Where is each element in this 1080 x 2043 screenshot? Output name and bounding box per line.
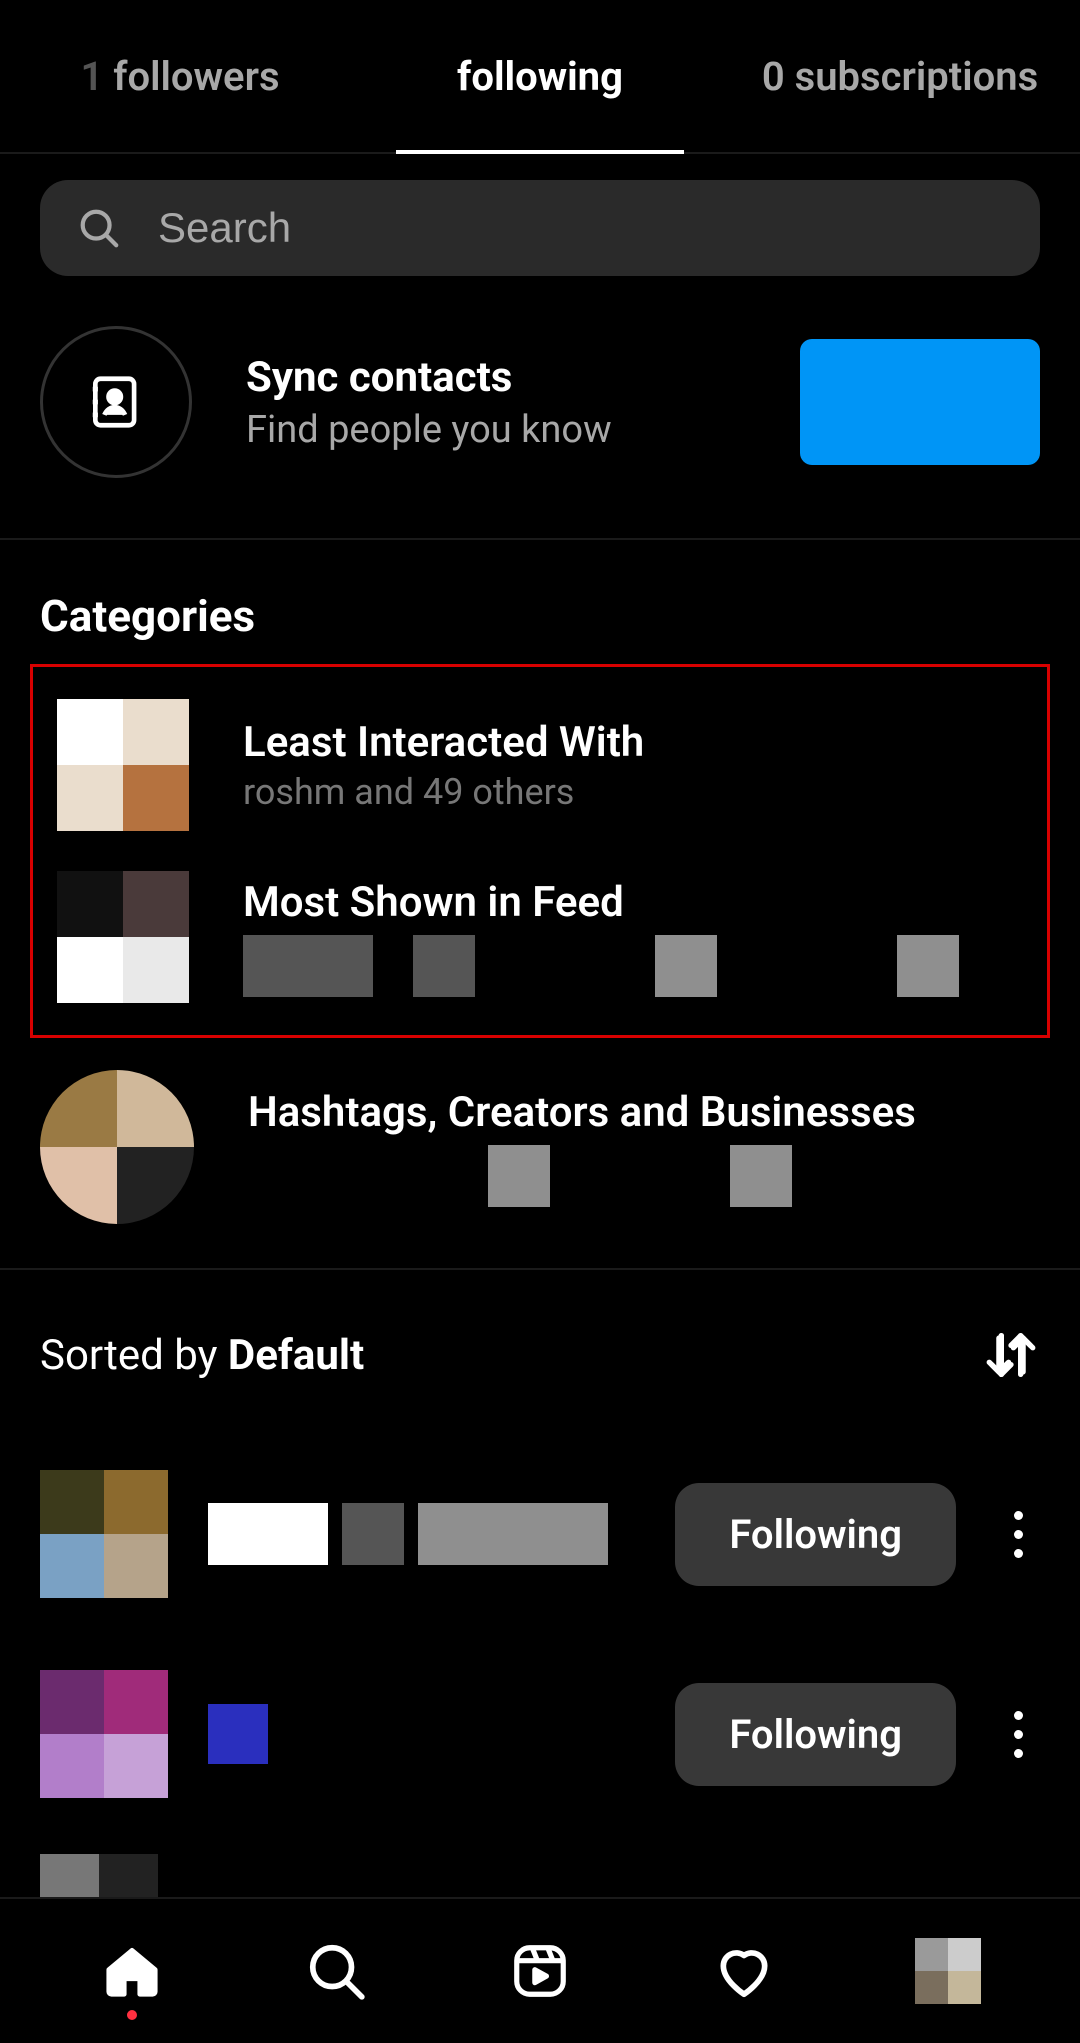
profile-avatar-icon — [915, 1938, 981, 2004]
tab-following[interactable]: following — [360, 0, 720, 152]
avatar[interactable] — [40, 1670, 168, 1798]
category-text: Least Interacted With roshm and 49 other… — [243, 718, 644, 813]
search-bar[interactable] — [40, 180, 1040, 276]
category-avatar — [57, 699, 189, 831]
tab-subscriptions[interactable]: 0 subscriptions — [720, 0, 1080, 152]
nav-reels[interactable] — [505, 1940, 575, 2002]
avatar[interactable] — [40, 1470, 168, 1598]
active-indicator — [127, 2010, 137, 2020]
category-text: Hashtags, Creators and Businesses — [248, 1088, 916, 1207]
search-icon — [76, 205, 122, 251]
tab-followers-label: followers — [113, 53, 279, 100]
category-hashtags[interactable]: Hashtags, Creators and Businesses — [0, 1048, 1080, 1270]
category-least-interacted[interactable]: Least Interacted With roshm and 49 other… — [41, 679, 1039, 851]
bottom-nav — [0, 1897, 1080, 2043]
category-title: Least Interacted With — [243, 718, 644, 767]
category-title: Most Shown in Feed — [243, 878, 959, 927]
sort-label: Sorted by Default — [40, 1331, 364, 1380]
contacts-icon-circle — [40, 326, 192, 478]
nav-search[interactable] — [301, 1940, 371, 2002]
category-text: Most Shown in Feed — [243, 878, 959, 997]
sync-title: Sync contacts — [246, 353, 612, 402]
search-input[interactable] — [158, 204, 1004, 252]
sync-text: Sync contacts Find people you know — [246, 353, 612, 452]
sort-button[interactable] — [982, 1326, 1040, 1384]
tab-following-label: following — [457, 53, 623, 100]
category-title: Hashtags, Creators and Businesses — [248, 1088, 916, 1137]
category-avatar — [40, 1070, 194, 1224]
following-row: Following — [40, 1434, 1040, 1634]
reels-icon — [509, 1940, 571, 2002]
sort-prefix: Sorted by — [40, 1331, 228, 1380]
nav-profile[interactable] — [913, 1938, 983, 2004]
search-icon — [305, 1940, 367, 2002]
sort-icon — [982, 1326, 1040, 1384]
tab-subscriptions-label: 0 subscriptions — [762, 53, 1038, 100]
category-avatar — [57, 871, 189, 1003]
home-icon — [101, 1940, 163, 2002]
heart-icon — [713, 1940, 775, 2002]
nav-activity[interactable] — [709, 1940, 779, 2002]
sort-row: Sorted by Default — [0, 1270, 1080, 1434]
search-container — [0, 154, 1080, 306]
category-most-shown[interactable]: Most Shown in Feed — [41, 851, 1039, 1023]
tab-count: 1 — [80, 53, 103, 100]
nav-home[interactable] — [97, 1940, 167, 2002]
sync-contacts-row: Sync contacts Find people you know — [0, 306, 1080, 540]
tabs: 1 followers following 0 subscriptions — [0, 0, 1080, 154]
categories-header: Categories — [0, 540, 1080, 664]
following-list: Following Following — [0, 1434, 1080, 1954]
tab-followers[interactable]: 1 followers — [0, 0, 360, 152]
username-redacted — [208, 1704, 635, 1764]
sync-follow-button[interactable] — [800, 339, 1040, 465]
redacted-subtitle — [243, 935, 959, 997]
category-subtitle: roshm and 49 others — [243, 771, 644, 813]
contacts-icon — [85, 371, 147, 433]
row-menu-button[interactable] — [996, 1511, 1040, 1558]
sort-value: Default — [228, 1331, 364, 1380]
sync-subtitle: Find people you know — [246, 408, 612, 452]
highlight-annotation-box: Least Interacted With roshm and 49 other… — [30, 664, 1050, 1038]
row-menu-button[interactable] — [996, 1711, 1040, 1758]
redacted-subtitle — [248, 1145, 916, 1207]
following-row: Following — [40, 1634, 1040, 1834]
username-redacted — [208, 1503, 635, 1565]
following-button[interactable]: Following — [675, 1483, 956, 1586]
following-button[interactable]: Following — [675, 1683, 956, 1786]
